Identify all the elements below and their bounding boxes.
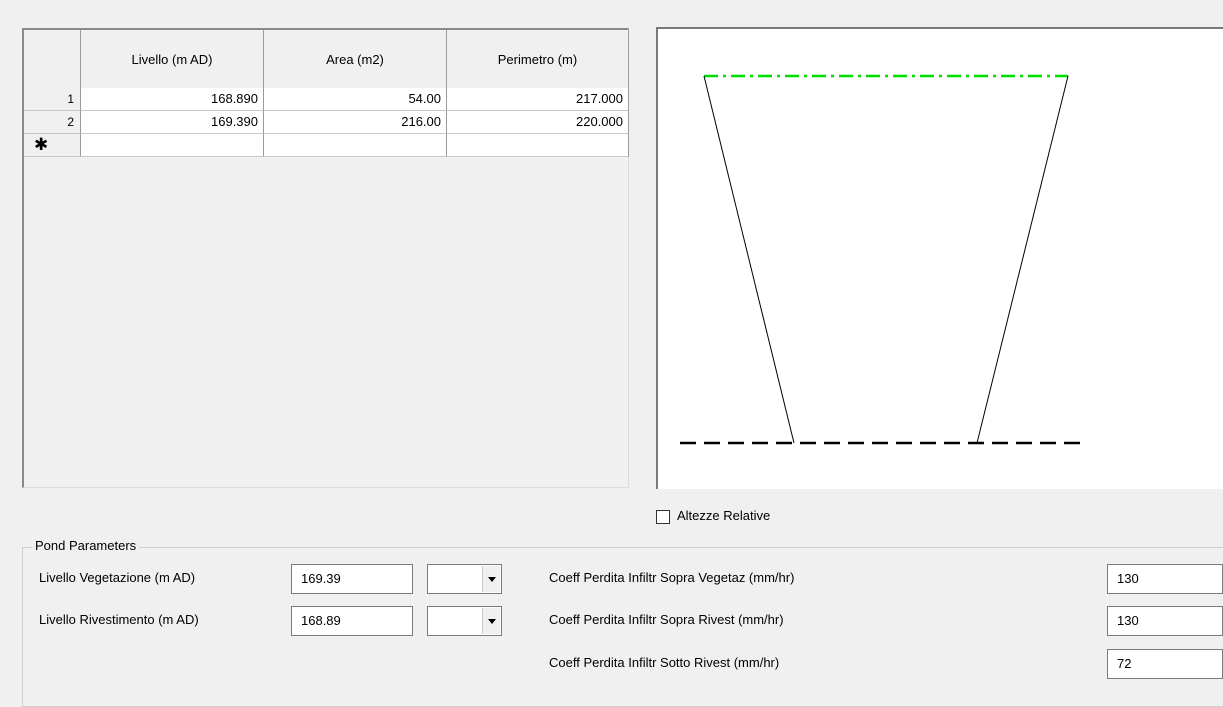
cell-perimetro-empty[interactable] [447, 134, 629, 157]
cell-livello[interactable]: 169.390 [81, 111, 264, 134]
pond-left-side [703, 75, 795, 444]
coeff-sopra-vegetaz-label: Coeff Perdita Infiltr Sopra Vegetaz (mm/… [549, 570, 795, 585]
dropdown-button[interactable] [482, 566, 500, 592]
livello-rivestimento-label: Livello Rivestimento (m AD) [39, 612, 199, 627]
level-area-grid[interactable]: Livello (m AD) Area (m2) Perimetro (m) 1… [22, 28, 629, 488]
chevron-down-icon [487, 576, 496, 582]
cell-area[interactable]: 54.00 [264, 88, 447, 111]
grid-header: Livello (m AD) Area (m2) Perimetro (m) [24, 30, 629, 89]
column-header-area[interactable]: Area (m2) [264, 30, 447, 88]
new-row-marker: ✱ [24, 134, 81, 157]
column-header-livello[interactable]: Livello (m AD) [81, 30, 264, 88]
pond-section-drawing [680, 74, 1088, 445]
grid-corner-cell[interactable] [24, 30, 81, 88]
pond-section-panel [656, 27, 1223, 489]
cell-area[interactable]: 216.00 [264, 111, 447, 134]
coeff-sopra-rivest-label: Coeff Perdita Infiltr Sopra Rivest (mm/h… [549, 612, 784, 627]
livello-vegetazione-input[interactable]: 169.39 [291, 564, 413, 594]
cell-perimetro[interactable]: 220.000 [447, 111, 629, 134]
livello-vegetazione-label: Livello Vegetazione (m AD) [39, 570, 196, 585]
livello-rivestimento-dropdown[interactable] [427, 606, 502, 636]
pond-right-side [976, 75, 1069, 444]
chevron-down-icon [487, 618, 496, 624]
new-row[interactable]: ✱ [24, 134, 629, 157]
livello-rivestimento-input[interactable]: 168.89 [291, 606, 413, 636]
altezze-relative-checkbox[interactable] [656, 510, 670, 524]
row-header[interactable]: 2 [24, 111, 81, 134]
coeff-sopra-rivest-input[interactable]: 130 [1107, 606, 1223, 636]
title-strip [0, 0, 1223, 10]
altezze-relative-label[interactable]: Altezze Relative [677, 508, 770, 523]
cell-livello-empty[interactable] [81, 134, 264, 157]
row-header[interactable]: 1 [24, 88, 81, 111]
coeff-sotto-rivest-label: Coeff Perdita Infiltr Sotto Rivest (mm/h… [549, 655, 780, 670]
cell-area-empty[interactable] [264, 134, 447, 157]
cell-perimetro[interactable]: 217.000 [447, 88, 629, 111]
coeff-sopra-vegetaz-input[interactable]: 130 [1107, 564, 1223, 594]
dropdown-button[interactable] [482, 608, 500, 634]
cell-livello[interactable]: 168.890 [81, 88, 264, 111]
column-header-perimetro[interactable]: Perimetro (m) [447, 30, 629, 88]
livello-vegetazione-dropdown[interactable] [427, 564, 502, 594]
table-row[interactable]: 1 168.890 54.00 217.000 [24, 88, 629, 111]
coeff-sotto-rivest-input[interactable]: 72 [1107, 649, 1223, 679]
table-row[interactable]: 2 169.390 216.00 220.000 [24, 111, 629, 134]
pond-parameters-title: Pond Parameters [32, 538, 140, 553]
